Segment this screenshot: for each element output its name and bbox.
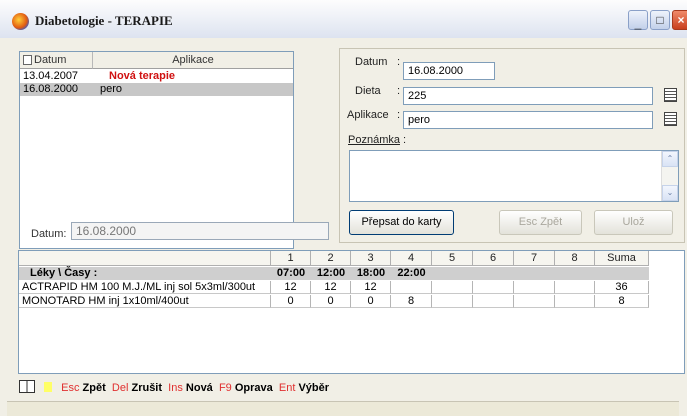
- shortcut-ent[interactable]: Ent Výběr: [279, 382, 329, 394]
- grid-header-6: 6: [473, 251, 514, 266]
- dieta-picker-icon[interactable]: [664, 88, 677, 102]
- grid-header-3: 3: [351, 251, 391, 266]
- highlight-icon[interactable]: [44, 382, 53, 392]
- status-bar: [7, 401, 679, 416]
- dose-cell[interactable]: [555, 295, 595, 308]
- poznamka-label: Poznámka: [348, 134, 400, 146]
- grid-header-7: 7: [514, 251, 555, 266]
- list-item-date: 16.08.2000: [23, 83, 79, 95]
- sort-icon: [23, 55, 32, 65]
- shortcut-key: Del: [111, 382, 129, 394]
- dose-cell[interactable]: [473, 281, 514, 294]
- shortcut-label: Výběr: [298, 382, 330, 394]
- time-2: 12:00: [316, 267, 346, 279]
- shortcut-label: Zrušit: [131, 382, 163, 394]
- dose-cell[interactable]: [514, 295, 555, 308]
- datum-filter-label: Datum:: [31, 228, 67, 240]
- shortcut-toolbar: Esc Zpět Del Zrušit Ins Nová F9 Oprava E…: [19, 380, 329, 396]
- aplikace-field[interactable]: pero: [403, 111, 653, 129]
- column-header-datum[interactable]: Datum: [20, 52, 93, 69]
- grid-header-1: 1: [271, 251, 311, 266]
- dose-cell[interactable]: 12: [271, 281, 311, 294]
- window-title: Diabetologie - TERAPIE: [35, 13, 173, 28]
- aplikace-colon: :: [397, 109, 401, 121]
- time-1: 07:00: [276, 267, 306, 279]
- shortcut-label: Zpět: [82, 382, 106, 394]
- column-header-aplikace[interactable]: Aplikace: [93, 52, 293, 69]
- shortcut-key: Ent: [278, 382, 296, 394]
- list-item-date: 13.04.2007: [23, 70, 79, 82]
- grid-header-suma: Suma: [595, 251, 649, 266]
- list-item-app: pero: [100, 83, 123, 95]
- minimize-icon: _: [634, 16, 642, 30]
- prepsat-do-karty-button[interactable]: Přepsat do karty: [349, 210, 454, 235]
- aplikace-picker-icon[interactable]: [664, 112, 677, 126]
- sum-cell: 8: [595, 295, 649, 308]
- dose-cell[interactable]: [555, 281, 595, 294]
- dose-cell[interactable]: 0: [311, 295, 351, 308]
- dose-cell[interactable]: 0: [271, 295, 311, 308]
- shortcut-esc[interactable]: Esc Zpět: [61, 382, 106, 394]
- table-row[interactable]: ACTRAPID HM 100 M.J./ML inj sol 5x3ml/30…: [19, 281, 649, 294]
- drug-name: MONOTARD HM inj 1x10ml/400ut: [19, 295, 271, 308]
- list-item[interactable]: 13.04.2007 Nová terapie: [20, 70, 293, 83]
- minimize-button[interactable]: _: [628, 10, 648, 30]
- poznamka-textarea[interactable]: [349, 150, 679, 202]
- grid-header-5: 5: [432, 251, 473, 266]
- maximize-icon: □: [656, 13, 664, 27]
- poznamka-colon: :: [403, 134, 407, 146]
- app-icon: [12, 13, 29, 30]
- datum-label: Datum: [355, 56, 388, 68]
- aplikace-label: Aplikace: [347, 109, 389, 121]
- time-3: 18:00: [356, 267, 386, 279]
- maximize-button[interactable]: □: [650, 10, 670, 30]
- grid-header-2: 2: [311, 251, 351, 266]
- list-item-app: Nová terapie: [109, 70, 176, 82]
- dose-cell[interactable]: 0: [351, 295, 391, 308]
- grid-subheader-row: Léky \ Časy : 07:00 12:00 18:00 22:00: [19, 267, 649, 280]
- sum-cell: 36: [595, 281, 649, 294]
- datum-colon: :: [397, 56, 401, 68]
- list-item-selected[interactable]: 16.08.2000 pero: [20, 83, 293, 96]
- dose-cell[interactable]: 8: [391, 295, 432, 308]
- dieta-label: Dieta: [355, 85, 381, 97]
- drug-name: ACTRAPID HM 100 M.J./ML inj sol 5x3ml/30…: [19, 281, 271, 294]
- zpet-button[interactable]: Esc Zpět: [499, 210, 582, 235]
- dose-cell[interactable]: [391, 281, 432, 294]
- dose-cell[interactable]: 12: [311, 281, 351, 294]
- scroll-up-icon[interactable]: ⌃: [662, 151, 678, 167]
- dose-cell[interactable]: 12: [351, 281, 391, 294]
- datum-field[interactable]: 16.08.2000: [403, 62, 495, 80]
- grid-header-4: 4: [391, 251, 432, 266]
- dose-cell[interactable]: [514, 281, 555, 294]
- shortcut-key: F9: [218, 382, 232, 394]
- therapy-list[interactable]: Datum Aplikace 13.04.2007 Nová terapie 1…: [19, 51, 294, 249]
- dieta-field[interactable]: 225: [403, 87, 653, 105]
- close-button[interactable]: ×: [672, 10, 687, 30]
- poznamka-scrollbar[interactable]: ⌃ ⌄: [661, 151, 678, 201]
- grid-header-name: [19, 251, 271, 266]
- time-4: 22:00: [397, 267, 426, 279]
- scroll-down-icon[interactable]: ⌄: [662, 185, 678, 201]
- shortcut-label: Nová: [185, 382, 213, 394]
- dose-cell[interactable]: [432, 295, 473, 308]
- table-row[interactable]: MONOTARD HM inj 1x10ml/400ut 0 0 0 8 8: [19, 295, 649, 308]
- column-header-datum-label: Datum: [34, 54, 67, 66]
- dieta-colon: :: [397, 85, 401, 97]
- close-icon: ×: [677, 13, 685, 27]
- grid-header-8: 8: [555, 251, 595, 266]
- uloz-button[interactable]: Ulož: [594, 210, 673, 235]
- grid-subheader-label: Léky \ Časy :: [30, 267, 98, 279]
- dose-cell[interactable]: [432, 281, 473, 294]
- datum-filter-field[interactable]: 16.08.2000: [71, 222, 329, 240]
- shortcut-key: Ins: [168, 382, 183, 394]
- shortcut-f9[interactable]: F9 Oprava: [219, 382, 273, 394]
- book-icon[interactable]: [19, 380, 35, 393]
- shortcut-ins[interactable]: Ins Nová: [168, 382, 213, 394]
- shortcut-label: Oprava: [234, 382, 273, 394]
- dose-cell[interactable]: [473, 295, 514, 308]
- dose-grid[interactable]: 1 2 3 4 5 6 7 8 Suma Léky \ Časy : 07:00…: [18, 250, 685, 374]
- shortcut-key: Esc: [61, 382, 80, 394]
- shortcut-del[interactable]: Del Zrušit: [112, 382, 162, 394]
